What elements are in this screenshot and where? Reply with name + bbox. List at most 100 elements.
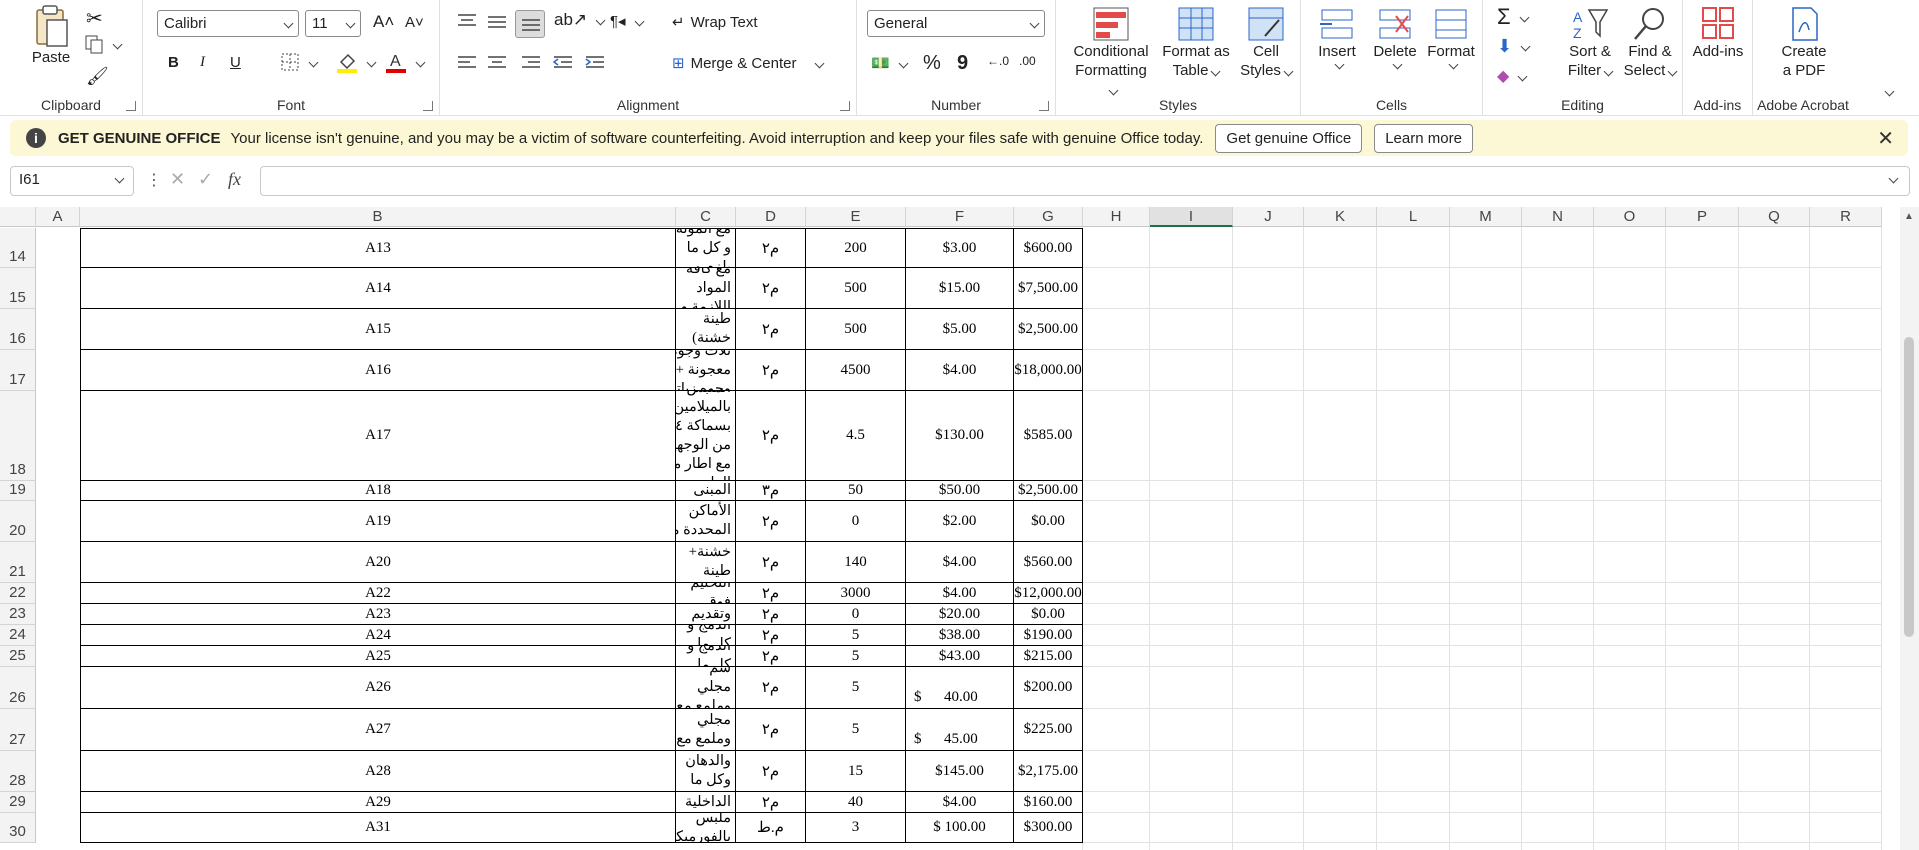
find-select-button[interactable]: Find & Select — [1621, 6, 1679, 80]
collapse-ribbon-icon[interactable] — [1882, 86, 1895, 97]
paste-button[interactable]: Paste — [26, 4, 76, 67]
cell-total[interactable]: $2,500.00 — [1014, 309, 1083, 350]
cell-quantity[interactable]: 500 — [806, 309, 906, 350]
cell-total[interactable]: $160.00 — [1014, 792, 1083, 813]
column-header-a[interactable]: A — [36, 207, 80, 227]
font-name-select[interactable]: Calibri — [157, 10, 299, 37]
cell-unit-price[interactable]: $4.00 — [906, 350, 1014, 391]
cell-unit-price[interactable]: $ 45.00 — [906, 709, 1014, 751]
underline-button[interactable]: U — [230, 54, 241, 71]
cell-description[interactable]: تقديم وتنفيذ بناء بلوك مختلف السماكات دا… — [676, 481, 736, 501]
cell-total[interactable]: $7,500.00 — [1014, 268, 1083, 309]
cell-unit-price[interactable]: $4.00 — [906, 792, 1014, 813]
name-box[interactable]: I61 — [10, 166, 134, 196]
cell-item-code[interactable]: A16 — [80, 350, 676, 391]
row-header[interactable]: 19 — [0, 481, 36, 501]
cell-unit[interactable]: م٢ — [736, 228, 806, 268]
cell-item-code[interactable]: A24 — [80, 625, 676, 646]
get-genuine-button[interactable]: Get genuine Office — [1215, 123, 1363, 153]
cell-quantity[interactable]: 140 — [806, 542, 906, 583]
cell-quantity[interactable]: 3000 — [806, 583, 906, 604]
cell-total[interactable]: $2,500.00 — [1014, 481, 1083, 501]
cell-unit[interactable]: م.ط — [736, 813, 806, 843]
cell-unit-price[interactable]: $3.00 — [906, 228, 1014, 268]
format-as-table-button[interactable]: Format as Table — [1160, 6, 1232, 80]
row-header[interactable]: 16 — [0, 309, 36, 350]
font-size-select[interactable]: 11 — [305, 10, 361, 37]
cell-description[interactable]: تقديم و تنفيذ طينة أسمنتية داخلية وجهان(… — [676, 309, 736, 350]
column-header-g[interactable]: G — [1014, 207, 1083, 227]
cell-item-code[interactable]: A22 — [80, 583, 676, 604]
cell-unit-price[interactable]: $2.00 — [906, 501, 1014, 542]
column-header-i[interactable]: I — [1150, 207, 1233, 227]
cell-quantity[interactable]: 15 — [806, 751, 906, 792]
text-direction-icon[interactable]: ¶◂ — [610, 12, 645, 30]
font-color-icon[interactable]: A — [385, 50, 426, 74]
vertical-scrollbar[interactable]: ▲ — [1900, 207, 1919, 850]
cell-unit-price[interactable]: $43.00 — [906, 646, 1014, 667]
align-middle-icon[interactable] — [486, 14, 508, 32]
cell-quantity[interactable]: 40 — [806, 792, 906, 813]
increase-decimal-icon[interactable]: ←.0 — [987, 54, 1009, 68]
column-header-j[interactable]: J — [1233, 207, 1304, 227]
font-launcher-icon[interactable] — [423, 101, 433, 111]
cell-total[interactable]: $0.00 — [1014, 501, 1083, 542]
cell-quantity[interactable]: 200 — [806, 228, 906, 268]
learn-more-button[interactable]: Learn more — [1374, 123, 1473, 153]
cell-item-code[interactable]: A29 — [80, 792, 676, 813]
align-right-icon[interactable] — [520, 54, 542, 72]
decrease-decimal-icon[interactable]: .00 — [1019, 54, 1036, 68]
column-header-m[interactable]: M — [1450, 207, 1522, 227]
merge-center-button[interactable]: ⊞ Merge & Center — [672, 54, 825, 72]
delete-button[interactable]: Delete — [1367, 6, 1423, 70]
cell-description[interactable]: تقديم و تركيب منجور أبواب خشبي، الملبن و… — [676, 391, 736, 481]
cell-unit-price[interactable]: $130.00 — [906, 391, 1014, 481]
row-header[interactable]: 23 — [0, 604, 36, 625]
cell-unit[interactable]: م٢ — [736, 583, 806, 604]
number-launcher-icon[interactable] — [1039, 101, 1049, 111]
cell-quantity[interactable]: 0 — [806, 501, 906, 542]
cell-unit[interactable]: م٢ — [736, 751, 806, 792]
align-left-icon[interactable] — [456, 54, 478, 72]
alignment-launcher-icon[interactable] — [840, 101, 850, 111]
cell-total[interactable]: $12,000.00 — [1014, 583, 1083, 604]
cell-unit[interactable]: م٢ — [736, 792, 806, 813]
cut-icon[interactable]: ✂ — [86, 6, 103, 31]
cell-unit[interactable]: م٢ — [736, 350, 806, 391]
cell-unit-price[interactable]: $15.00 — [906, 268, 1014, 309]
row-header[interactable]: 27 — [0, 709, 36, 751]
column-header-n[interactable]: N — [1522, 207, 1594, 227]
scroll-up-icon[interactable]: ▲ — [1904, 211, 1914, 222]
align-bottom-icon[interactable] — [515, 10, 545, 38]
cell-unit[interactable]: م٢ — [736, 542, 806, 583]
cell-item-code[interactable]: A19 — [80, 501, 676, 542]
column-header-r[interactable]: R — [1810, 207, 1882, 227]
cell-unit[interactable]: م٢ — [736, 646, 806, 667]
cell-item-code[interactable]: A26 — [80, 667, 676, 709]
cell-quantity[interactable]: 5 — [806, 667, 906, 709]
clear-icon[interactable]: ◆ — [1497, 66, 1528, 86]
currency-icon[interactable]: 💵 — [871, 54, 909, 72]
cell-quantity[interactable]: 500 — [806, 268, 906, 309]
cell-unit[interactable]: م٢ — [736, 268, 806, 309]
cancel-icon[interactable]: ✕ — [170, 169, 185, 190]
row-header[interactable]: 15 — [0, 268, 36, 309]
cell-unit-price[interactable]: $4.00 — [906, 542, 1014, 583]
column-header-p[interactable]: P — [1666, 207, 1739, 227]
cell-total[interactable]: $560.00 — [1014, 542, 1083, 583]
cell-styles-button[interactable]: Cell Styles — [1236, 6, 1296, 80]
cell-quantity[interactable]: 50 — [806, 481, 906, 501]
conditional-formatting-button[interactable]: Conditional Formatting — [1070, 6, 1152, 99]
increase-font-icon[interactable]: A˄ — [373, 12, 394, 32]
sort-filter-button[interactable]: AZ Sort & Filter — [1561, 6, 1619, 80]
borders-icon[interactable] — [280, 52, 319, 72]
cell-item-code[interactable]: A28 — [80, 751, 676, 792]
cell-total[interactable]: $215.00 — [1014, 646, 1083, 667]
number-format-select[interactable]: General — [867, 10, 1045, 37]
decrease-indent-icon[interactable] — [552, 54, 574, 72]
cell-total[interactable]: $2,175.00 — [1014, 751, 1083, 792]
cell-quantity[interactable]: 3 — [806, 813, 906, 843]
cell-item-code[interactable]: A27 — [80, 709, 676, 751]
cell-description[interactable]: تقديم و تركيب رخام تركي سماكة ٢ سم مع ال… — [676, 625, 736, 646]
close-banner-icon[interactable]: ✕ — [1877, 126, 1894, 151]
